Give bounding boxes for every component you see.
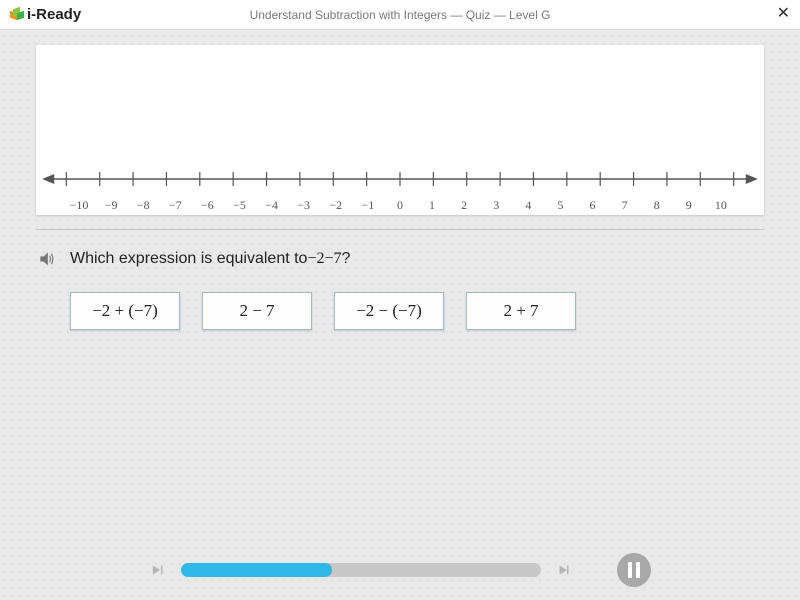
number-line-tick-label: 4 (513, 198, 543, 213)
number-line-tick-label: 7 (610, 198, 640, 213)
answer-choice-c[interactable]: −2 − (−7) (334, 292, 444, 330)
number-line-tick-label: 3 (481, 198, 511, 213)
number-line-tick-label: −5 (224, 198, 254, 213)
number-line-tick-label: −9 (96, 198, 126, 213)
progress-bar[interactable] (181, 563, 541, 577)
pause-button[interactable] (617, 553, 651, 587)
lesson-title: Understand Subtraction with Integers — Q… (250, 8, 551, 22)
answer-choice-b[interactable]: 2 − 7 (202, 292, 312, 330)
footer-bar (0, 540, 800, 600)
header-bar: i-Ready Understand Subtraction with Inte… (0, 0, 800, 30)
brand-text: i-Ready (27, 6, 81, 23)
number-line-tick-label: −4 (257, 198, 287, 213)
number-line-tick-label: 1 (417, 198, 447, 213)
divider (36, 229, 764, 230)
answer-choice-d[interactable]: 2 + 7 (466, 292, 576, 330)
number-line-tick-label: 6 (578, 198, 608, 213)
number-line-tick-label: −7 (160, 198, 190, 213)
question-prefix: Which expression is equivalent to (70, 250, 307, 267)
number-line-tick-label: −1 (353, 198, 383, 213)
number-line-tick-label: 5 (545, 198, 575, 213)
number-line-tick-label: 9 (674, 198, 704, 213)
number-line-tick-label: −8 (128, 198, 158, 213)
answer-choice-a[interactable]: −2 + (−7) (70, 292, 180, 330)
answer-choices: −2 + (−7) 2 − 7 −2 − (−7) 2 + 7 (70, 292, 764, 330)
skip-back-button[interactable] (149, 561, 167, 579)
number-line-card: −10−9−8−7−6−5−4−3−2−1012345678910 (36, 45, 764, 215)
question-text: Which expression is equivalent to−2−7? (70, 250, 350, 268)
number-line-tick-label: 8 (642, 198, 672, 213)
skip-forward-button[interactable] (555, 561, 573, 579)
number-line-tick-label: 2 (449, 198, 479, 213)
number-line-tick-label: −3 (289, 198, 319, 213)
question-row: Which expression is equivalent to−2−7? (36, 248, 764, 270)
number-line-tick-label: −6 (192, 198, 222, 213)
number-line-tick-label: −10 (64, 198, 94, 213)
question-suffix: ? (342, 250, 351, 267)
brand-logo: i-Ready (10, 6, 81, 23)
number-line-tick-label: −2 (321, 198, 351, 213)
number-line-tick-label: 10 (706, 198, 736, 213)
speaker-icon (37, 249, 57, 269)
content-stage: −10−9−8−7−6−5−4−3−2−1012345678910 Which … (36, 45, 764, 330)
brand-cube-icon (10, 8, 24, 22)
number-line-labels: −10−9−8−7−6−5−4−3−2−1012345678910 (36, 198, 764, 213)
close-button[interactable]: ✕ (777, 6, 790, 22)
progress-fill (181, 563, 332, 577)
audio-button[interactable] (36, 248, 58, 270)
question-expression: −2−7 (307, 250, 341, 267)
number-line (36, 166, 764, 197)
number-line-tick-label: 0 (385, 198, 415, 213)
